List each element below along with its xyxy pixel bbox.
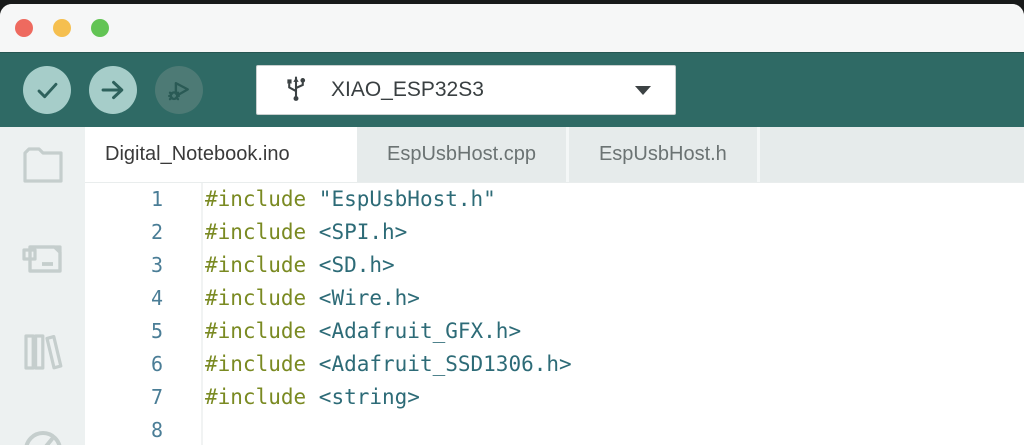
debug-circle-icon [17, 422, 69, 445]
code-line: 6#include <Adafruit_SSD1306.h> [85, 348, 1024, 381]
code-text: #include <Adafruit_GFX.h> [163, 315, 521, 348]
code-line: 1#include "EspUsbHost.h" [85, 183, 1024, 216]
code-text: #include <SPI.h> [163, 216, 407, 249]
line-number: 8 [85, 414, 163, 445]
tab-espusbhost-cpp[interactable]: EspUsbHost.cpp [357, 127, 569, 182]
line-number: 7 [85, 381, 163, 414]
main-area: Digital_Notebook.ino EspUsbHost.cpp EspU… [0, 127, 1024, 445]
board-selector-value: XIAO_ESP32S3 [331, 78, 635, 102]
code-string: <Adafruit_SSD1306.h> [306, 352, 572, 376]
folder-icon [19, 144, 67, 189]
code-string: <Wire.h> [306, 286, 420, 310]
minimize-button[interactable] [53, 19, 71, 37]
activity-sidebar [0, 127, 85, 445]
code-keyword: #include [205, 352, 306, 376]
toolbar: XIAO_ESP32S3 [0, 52, 1024, 127]
code-line: 8 [85, 414, 1024, 445]
close-button[interactable] [15, 19, 33, 37]
code-string: "EspUsbHost.h" [306, 187, 496, 211]
code-string: <SPI.h> [306, 220, 407, 244]
code-keyword: #include [205, 286, 306, 310]
titlebar [0, 4, 1024, 52]
code-line: 4 #include <Wire.h> [85, 282, 1024, 315]
tab-label: Digital_Notebook.ino [105, 143, 290, 166]
code-keyword: #include [205, 187, 306, 211]
boards-manager-icon [18, 236, 68, 283]
board-selector-dropdown[interactable]: XIAO_ESP32S3 [256, 65, 676, 115]
sidebar-item-debug[interactable] [17, 423, 69, 445]
sidebar-item-sketchbook[interactable] [17, 144, 69, 188]
code-editor[interactable]: 1#include "EspUsbHost.h" 2#include <SPI.… [85, 182, 1024, 445]
code-line: 5#include <Adafruit_GFX.h> [85, 315, 1024, 348]
code-string: <string> [306, 385, 420, 409]
usb-icon [283, 72, 309, 109]
tab-espusbhost-h[interactable]: EspUsbHost.h [569, 127, 760, 182]
debug-button[interactable] [155, 66, 203, 114]
code-string: <Adafruit_GFX.h> [306, 319, 521, 343]
code-text: #include <SD.h> [163, 249, 395, 282]
check-icon [34, 77, 61, 104]
code-keyword: #include [205, 319, 306, 343]
zoom-button[interactable] [91, 19, 109, 37]
tab-digital-notebook-ino[interactable]: Digital_Notebook.ino [85, 127, 357, 182]
code-string: <SD.h> [306, 253, 395, 277]
tab-strip: Digital_Notebook.ino EspUsbHost.cpp EspU… [85, 127, 1024, 182]
code-line: 2#include <SPI.h> [85, 216, 1024, 249]
code-keyword: #include [205, 253, 306, 277]
tab-label: EspUsbHost.h [599, 143, 727, 166]
line-number: 5 [85, 315, 163, 348]
library-books-icon [20, 328, 66, 377]
line-number: 6 [85, 348, 163, 381]
code-text: #include "EspUsbHost.h" [163, 183, 496, 216]
app-window: XIAO_ESP32S3 [0, 4, 1024, 445]
code-text [163, 414, 205, 445]
sidebar-item-library-manager[interactable] [17, 330, 69, 374]
line-number: 2 [85, 216, 163, 249]
line-number: 1 [85, 183, 163, 216]
line-number: 4 [85, 282, 163, 315]
code-line: 3#include <SD.h> [85, 249, 1024, 282]
upload-button[interactable] [89, 66, 137, 114]
tab-strip-filler [760, 127, 1024, 182]
caret-down-icon [635, 86, 651, 95]
code-keyword: #include [205, 220, 306, 244]
editor-content: Digital_Notebook.ino EspUsbHost.cpp EspU… [85, 127, 1024, 445]
sidebar-item-boards-manager[interactable] [17, 237, 69, 281]
verify-button[interactable] [23, 66, 71, 114]
tab-label: EspUsbHost.cpp [387, 143, 536, 166]
line-number: 3 [85, 249, 163, 282]
code-keyword: #include [205, 385, 306, 409]
code-text: #include <Adafruit_SSD1306.h> [163, 348, 572, 381]
gutter-boundary-line [201, 183, 203, 445]
debug-play-bug-icon [164, 75, 194, 105]
code-line: 7 #include <string> [85, 381, 1024, 414]
arrow-right-icon [99, 76, 127, 104]
